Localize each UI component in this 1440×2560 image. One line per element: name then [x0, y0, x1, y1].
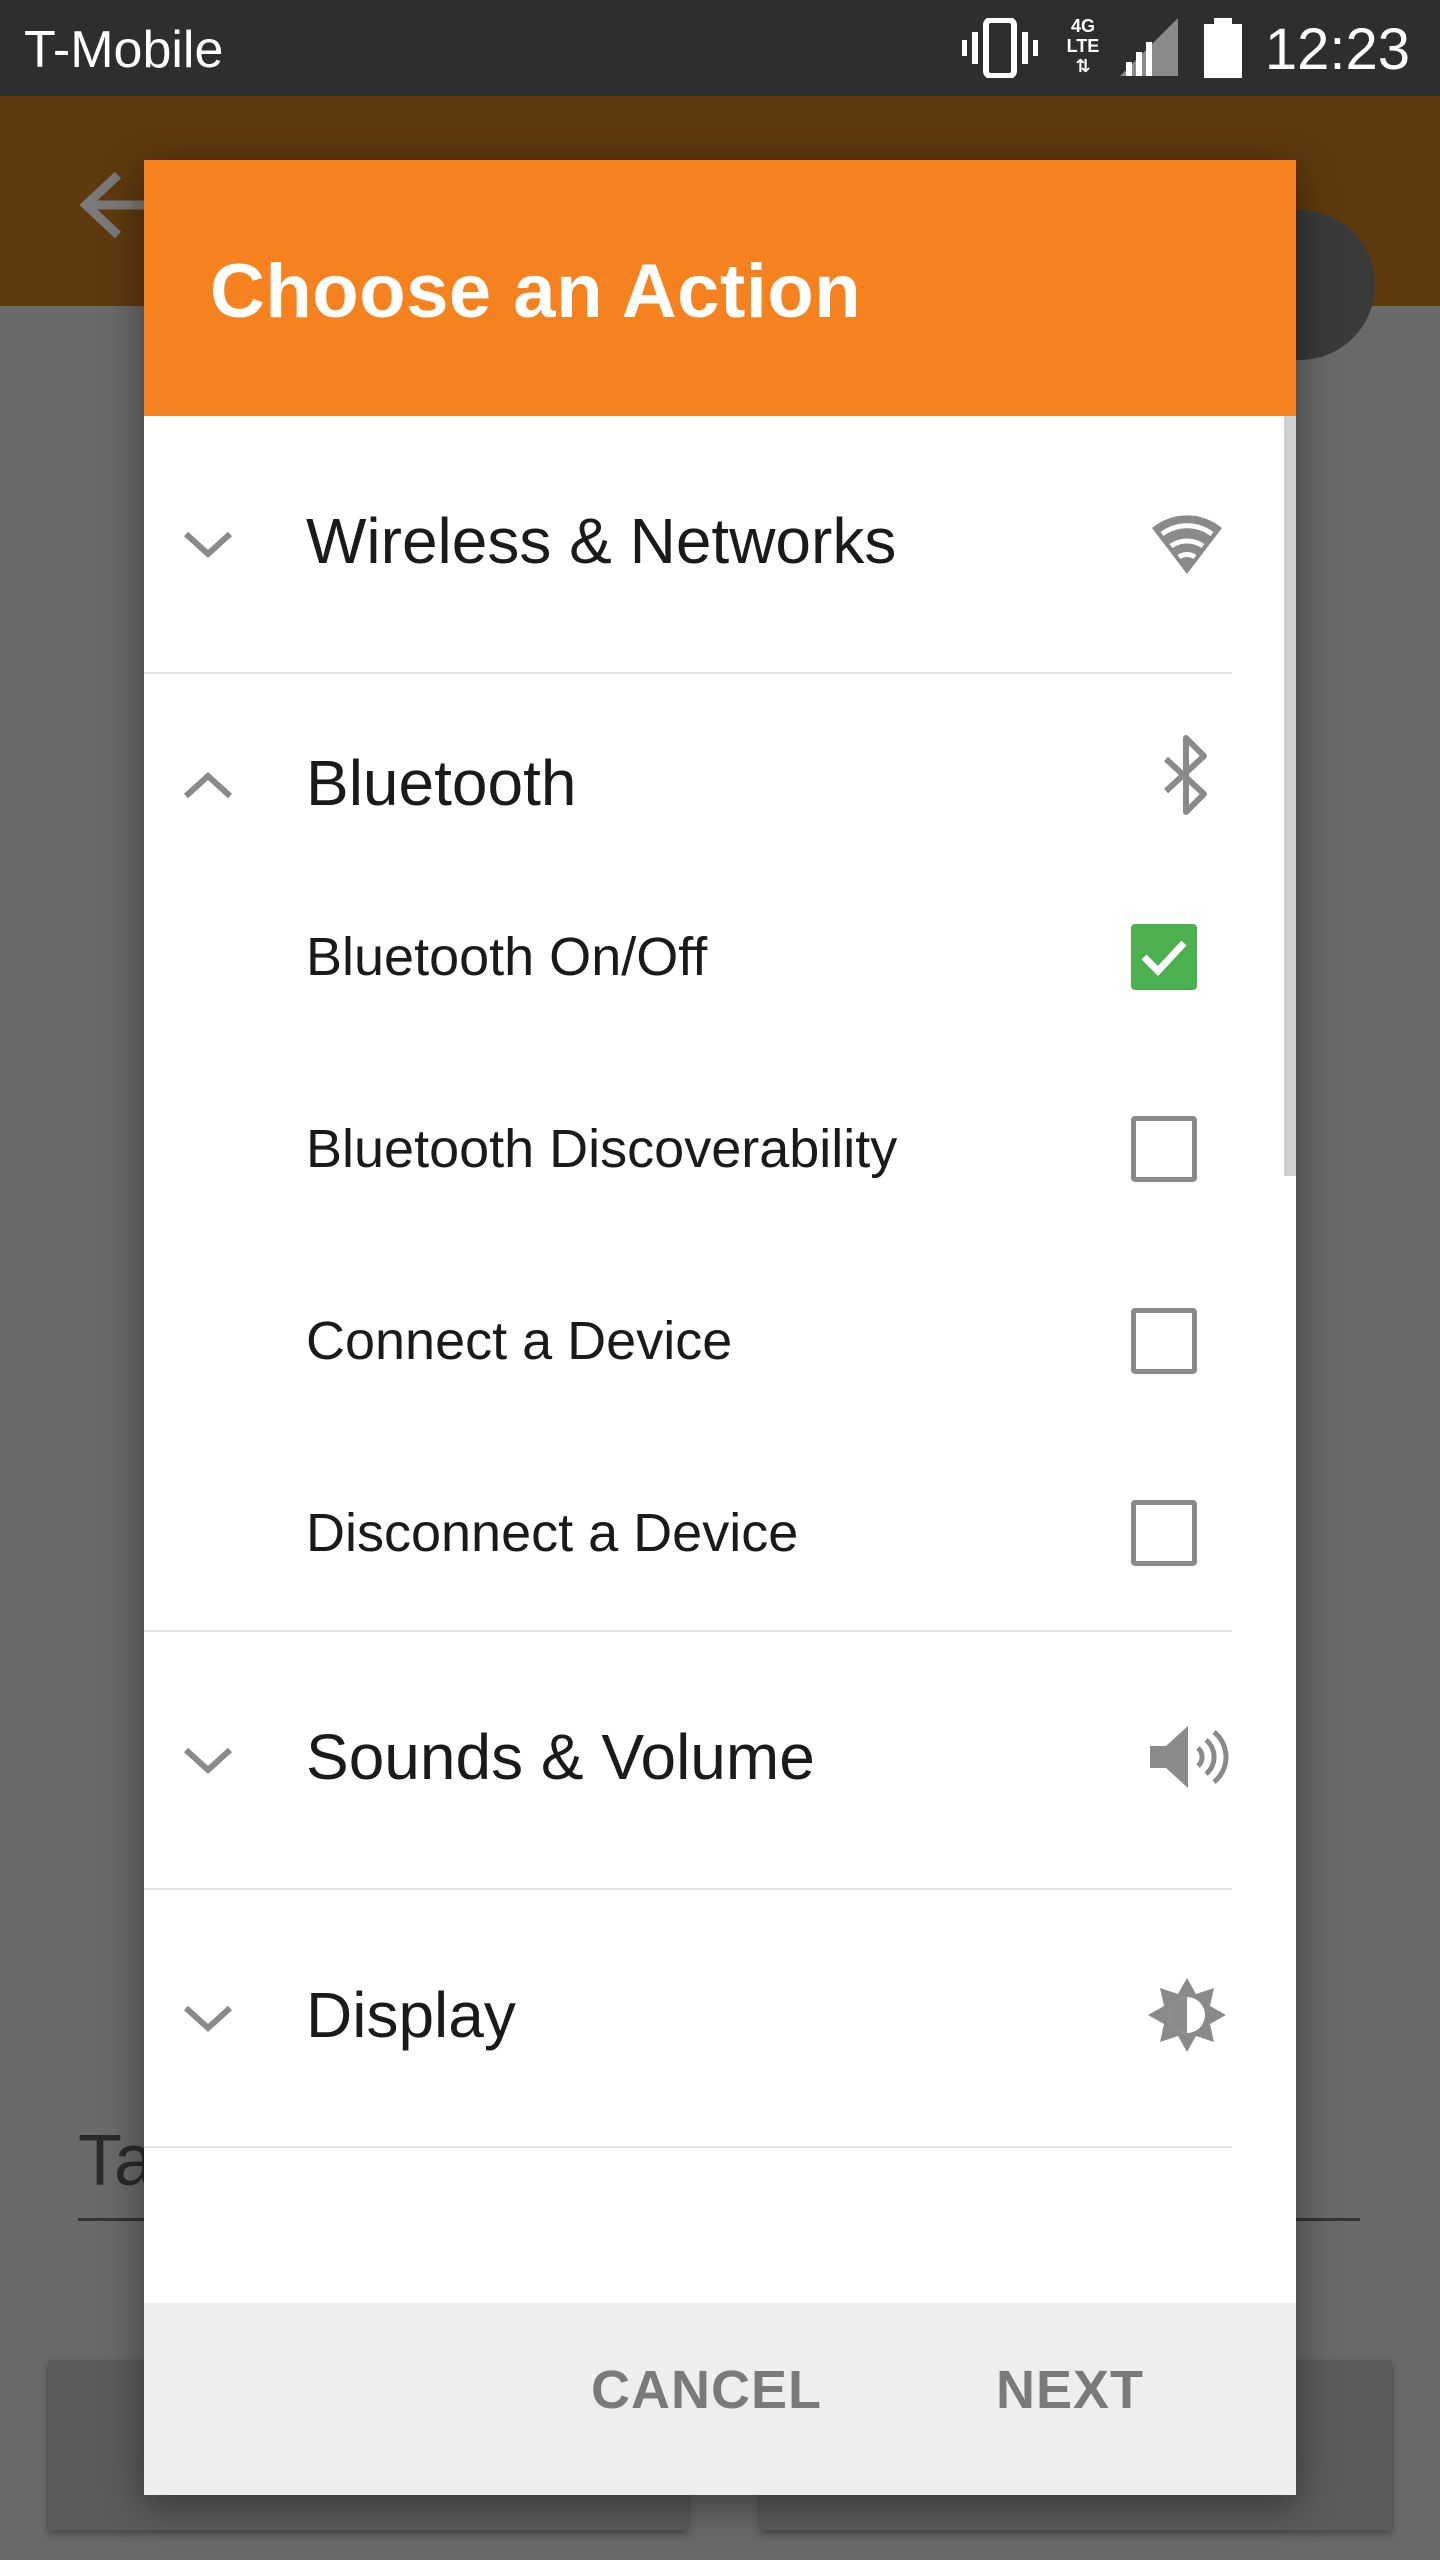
wifi-icon	[1152, 515, 1222, 574]
checkbox-unchecked[interactable]	[1131, 1500, 1197, 1566]
checkbox-unchecked[interactable]	[1131, 1116, 1197, 1182]
bluetooth-icon	[1163, 735, 1207, 815]
option-bluetooth-on-off[interactable]: Bluetooth On/Off	[144, 860, 1232, 1052]
option-label: Bluetooth On/Off	[306, 927, 708, 987]
chevron-down-icon	[183, 1747, 233, 1775]
option-label: Disconnect a Device	[306, 1503, 799, 1563]
action-list: Wireless & Networks Bluetooth Bluetooth …	[144, 416, 1296, 2463]
background-text-field: Ta	[78, 2121, 155, 2201]
network-4g-lte-icon: 4G LTE ⇅	[1066, 16, 1100, 76]
checkmark-icon	[1141, 940, 1187, 977]
category-bluetooth[interactable]: Bluetooth	[144, 674, 1232, 864]
dialog-header: Choose an Action	[144, 160, 1296, 416]
option-label: Connect a Device	[306, 1311, 733, 1371]
option-disconnect-device[interactable]: Disconnect a Device	[144, 1436, 1232, 1632]
category-label: Display	[306, 1979, 516, 2051]
option-label: Bluetooth Discoverability	[306, 1119, 898, 1179]
dialog-title: Choose an Action	[210, 249, 862, 334]
cancel-button[interactable]: CANCEL	[591, 2359, 822, 2421]
clock: 12:23	[1264, 17, 1410, 82]
chevron-down-icon	[183, 2005, 233, 2033]
option-connect-device[interactable]: Connect a Device	[144, 1244, 1232, 1436]
category-wireless-networks[interactable]: Wireless & Networks	[144, 416, 1232, 674]
chevron-down-icon	[183, 531, 233, 559]
battery-icon	[1204, 18, 1242, 78]
scrollbar[interactable]	[1284, 416, 1296, 1176]
dialog-footer: CANCEL NEXT	[144, 2303, 1296, 2495]
checkbox-unchecked[interactable]	[1131, 1308, 1197, 1374]
category-sounds-volume[interactable]: Sounds & Volume	[144, 1632, 1232, 1890]
vibrate-icon	[962, 18, 1038, 78]
checkbox-checked[interactable]	[1131, 924, 1197, 990]
next-button[interactable]: NEXT	[996, 2359, 1144, 2421]
category-label: Bluetooth	[306, 747, 577, 819]
option-bluetooth-discoverability[interactable]: Bluetooth Discoverability	[144, 1052, 1232, 1244]
signal-icon	[1120, 18, 1178, 76]
chevron-up-icon	[183, 771, 233, 799]
category-label: Sounds & Volume	[306, 1721, 815, 1793]
category-label: Wireless & Networks	[306, 505, 897, 577]
choose-action-dialog: Choose an Action Wireless & Networks Blu…	[144, 160, 1296, 2495]
carrier-name: T-Mobile	[24, 21, 224, 79]
status-bar: T-Mobile 4G LTE ⇅ 12:23	[0, 0, 1440, 96]
category-display[interactable]: Display	[144, 1890, 1232, 2148]
brightness-icon	[1148, 1978, 1226, 2052]
speaker-icon	[1150, 1726, 1229, 1788]
